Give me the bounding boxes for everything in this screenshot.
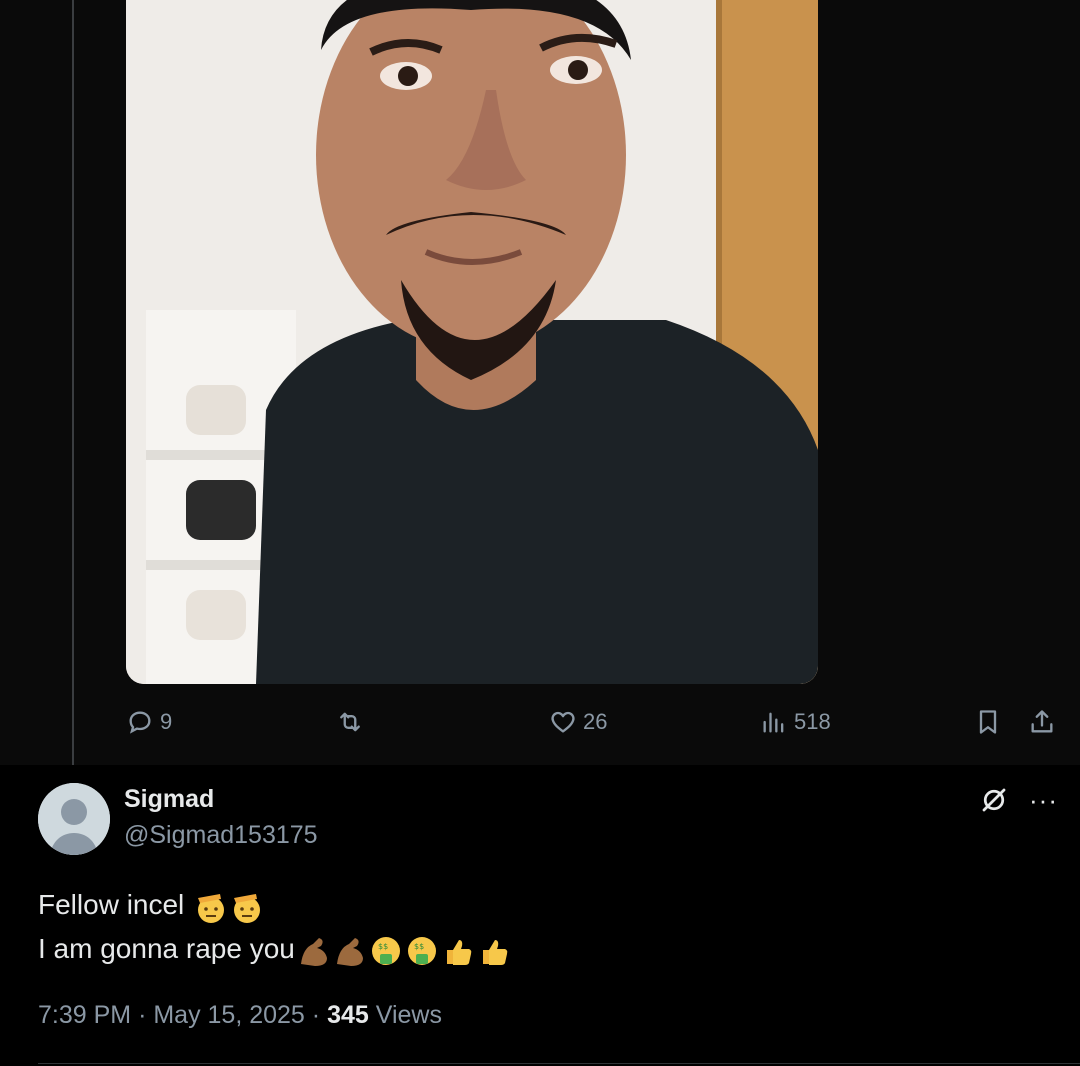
saluting-face-emoji bbox=[234, 893, 261, 923]
grok-button[interactable] bbox=[979, 785, 1009, 815]
more-icon[interactable]: ··· bbox=[1029, 787, 1058, 813]
svg-text:$$: $$ bbox=[414, 942, 424, 951]
tweet-actions: 9 26 518 bbox=[0, 700, 1080, 748]
reply-button[interactable]: 9 bbox=[126, 708, 172, 736]
thumbs-up-emoji bbox=[446, 939, 472, 965]
display-name[interactable]: Sigmad bbox=[124, 785, 214, 814]
share-icon bbox=[1031, 710, 1053, 733]
divider bbox=[38, 1063, 1080, 1064]
thread-line bbox=[72, 0, 74, 775]
heart-icon bbox=[551, 711, 575, 733]
views-label: Views bbox=[375, 1001, 442, 1029]
meta-separator: · bbox=[138, 1001, 147, 1029]
retweet-button[interactable] bbox=[336, 708, 364, 736]
views-count: 345 bbox=[327, 1001, 369, 1029]
text-line-1: Fellow incel bbox=[38, 889, 185, 920]
avatar[interactable] bbox=[38, 783, 110, 855]
share-button[interactable] bbox=[1028, 708, 1056, 736]
money-mouth-face-emoji: $$ bbox=[407, 936, 436, 965]
tweet-time[interactable]: 7:39 PM bbox=[38, 1001, 131, 1029]
reply-tweet: Sigmad @Sigmad153175 ··· Fellow incel I … bbox=[0, 765, 1080, 1066]
flexed-biceps-emoji bbox=[300, 937, 327, 966]
thumbs-up-emoji bbox=[482, 939, 508, 965]
reply-text: Fellow incel I am gonna rape you $$ $$ bbox=[38, 883, 511, 971]
like-button[interactable]: 26 bbox=[549, 708, 607, 736]
meta-separator: · bbox=[311, 1001, 321, 1029]
text-line-2: I am gonna rape you bbox=[38, 933, 295, 964]
flexed-biceps-emoji bbox=[336, 937, 363, 966]
bookmark-icon bbox=[979, 710, 997, 734]
tweet-meta: 7:39 PM · May 15, 2025 · 345 Views bbox=[38, 1001, 442, 1030]
analytics-icon bbox=[763, 712, 784, 733]
default-avatar-icon bbox=[38, 783, 110, 855]
saluting-face-emoji bbox=[198, 893, 225, 923]
reply-text-line-1: Fellow incel bbox=[38, 883, 511, 927]
user-handle[interactable]: @Sigmad153175 bbox=[124, 821, 318, 850]
tweet-date[interactable]: May 15, 2025 bbox=[153, 1001, 305, 1029]
reply-text-line-2: I am gonna rape you $$ $$ bbox=[38, 927, 511, 971]
views-count: 518 bbox=[794, 709, 831, 734]
reply-count: 9 bbox=[160, 709, 173, 734]
grok-icon bbox=[982, 788, 1006, 812]
parent-tweet: 9 26 518 bbox=[0, 0, 1080, 775]
bookmark-button[interactable] bbox=[974, 708, 1002, 736]
photo-selfie bbox=[126, 0, 818, 684]
retweet-icon bbox=[340, 712, 360, 732]
money-mouth-face-emoji: $$ bbox=[371, 936, 400, 965]
tweet-photo[interactable] bbox=[126, 0, 818, 684]
reply-icon bbox=[129, 711, 151, 734]
like-count: 26 bbox=[583, 709, 608, 734]
svg-text:$$: $$ bbox=[378, 942, 388, 951]
views-button[interactable]: 518 bbox=[760, 708, 831, 736]
reply-top-icons: ··· bbox=[979, 785, 1058, 815]
